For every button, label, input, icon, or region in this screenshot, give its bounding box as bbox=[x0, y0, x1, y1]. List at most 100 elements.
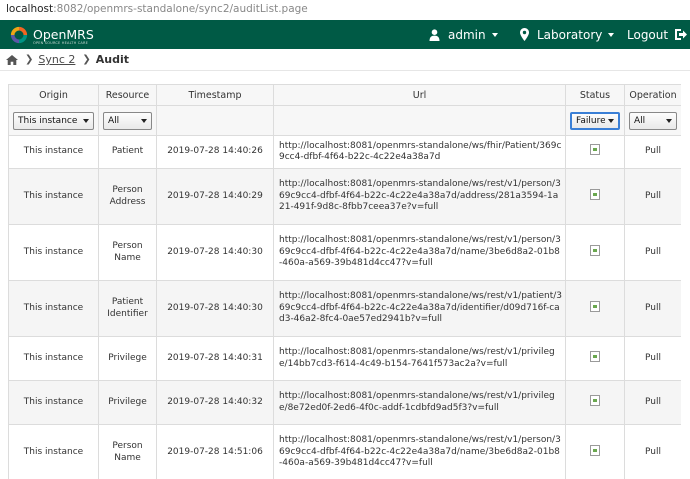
cell-operation: Pull bbox=[624, 424, 681, 479]
resource-filter-select[interactable]: All bbox=[103, 111, 152, 130]
status-image-icon bbox=[590, 188, 600, 200]
cell-timestamp: 2019-07-28 14:40:29 bbox=[156, 168, 274, 225]
cell-operation: Pull bbox=[624, 336, 681, 381]
cell-url[interactable]: http://localhost:8081/openmrs-standalone… bbox=[273, 380, 566, 425]
header-operation: Operation bbox=[624, 84, 681, 106]
header-timestamp: Timestamp bbox=[156, 84, 274, 106]
cell-resource: Person Name bbox=[98, 224, 157, 281]
cell-origin: This instance bbox=[8, 280, 99, 337]
browser-url-bar[interactable]: localhost:8082/openmrs-standalone/sync2/… bbox=[0, 0, 690, 20]
status-filter-value: Failure bbox=[576, 115, 605, 126]
filter-cell-timestamp bbox=[156, 105, 274, 136]
table-row[interactable]: This instance Person Name 2019-07-28 14:… bbox=[8, 424, 681, 479]
cell-url[interactable]: http://localhost:8081/openmrs-standalone… bbox=[273, 280, 566, 337]
cell-timestamp: 2019-07-28 14:40:26 bbox=[156, 135, 274, 169]
cell-url[interactable]: http://localhost:8081/openmrs-standalone… bbox=[273, 168, 566, 225]
user-menu[interactable]: admin bbox=[429, 20, 498, 49]
cell-resource: Privilege bbox=[98, 336, 157, 381]
cell-operation: Pull bbox=[624, 168, 681, 225]
logout-label: Logout bbox=[627, 27, 669, 42]
cell-status bbox=[565, 168, 625, 225]
location-name: Laboratory bbox=[537, 27, 603, 42]
cell-origin: This instance bbox=[8, 168, 99, 225]
filter-cell-origin: This instance bbox=[8, 105, 99, 136]
dropdown-arrow-icon bbox=[141, 118, 147, 123]
breadcrumb-current: Audit bbox=[95, 53, 130, 66]
table-row[interactable]: This instance Patient Identifier 2019-07… bbox=[8, 280, 681, 337]
location-menu[interactable]: Laboratory bbox=[520, 20, 615, 49]
cell-resource: Patient Identifier bbox=[98, 280, 157, 337]
origin-filter-value: This instance bbox=[18, 115, 78, 126]
operation-filter-select[interactable]: All bbox=[629, 111, 677, 130]
status-image-icon bbox=[590, 300, 600, 312]
chevron-down-icon bbox=[491, 32, 498, 37]
cell-url[interactable]: http://localhost:8081/openmrs-standalone… bbox=[273, 424, 566, 479]
user-name: admin bbox=[448, 27, 486, 42]
table-row[interactable]: This instance Privilege 2019-07-28 14:40… bbox=[8, 336, 681, 381]
cell-operation: Pull bbox=[624, 135, 681, 169]
map-marker-icon bbox=[520, 28, 529, 41]
filter-cell-operation: All bbox=[624, 105, 681, 136]
cell-status bbox=[565, 224, 625, 281]
user-icon bbox=[429, 28, 440, 41]
cell-resource: Person Name bbox=[98, 424, 157, 479]
dropdown-arrow-icon bbox=[83, 118, 89, 123]
audit-table-container: Origin Resource Timestamp Url Status Ope… bbox=[8, 84, 681, 479]
status-image-icon bbox=[590, 144, 600, 156]
breadcrumb-sync2-link[interactable]: Sync 2 bbox=[38, 53, 75, 66]
top-navbar: OpenMRS OPEN SOURCE HEALTH CARE admin La… bbox=[0, 20, 690, 49]
cell-status bbox=[565, 424, 625, 479]
cell-origin: This instance bbox=[8, 380, 99, 425]
status-filter-select[interactable]: Failure bbox=[570, 111, 620, 130]
cell-operation: Pull bbox=[624, 380, 681, 425]
cell-status bbox=[565, 336, 625, 381]
cell-timestamp: 2019-07-28 14:40:32 bbox=[156, 380, 274, 425]
table-row[interactable]: This instance Privilege 2019-07-28 14:40… bbox=[8, 380, 681, 425]
cell-operation: Pull bbox=[624, 280, 681, 337]
status-image-icon bbox=[590, 394, 600, 406]
cell-origin: This instance bbox=[8, 224, 99, 281]
status-image-icon bbox=[590, 350, 600, 362]
cell-status bbox=[565, 380, 625, 425]
url-host: localhost bbox=[6, 3, 54, 15]
openmrs-logo-icon bbox=[10, 26, 28, 44]
resource-filter-value: All bbox=[108, 115, 120, 126]
chevron-right-icon: ❯ bbox=[82, 54, 91, 65]
sign-out-icon bbox=[675, 29, 688, 40]
status-image-icon bbox=[590, 444, 600, 456]
origin-filter-select[interactable]: This instance bbox=[13, 111, 94, 130]
cell-timestamp: 2019-07-28 14:40:30 bbox=[156, 280, 274, 337]
table-row[interactable]: This instance Person Address 2019-07-28 … bbox=[8, 168, 681, 225]
filter-cell-url bbox=[273, 105, 566, 136]
dropdown-arrow-icon bbox=[666, 118, 672, 123]
header-resource: Resource bbox=[98, 84, 157, 106]
cell-origin: This instance bbox=[8, 336, 99, 381]
cell-url[interactable]: http://localhost:8081/openmrs-standalone… bbox=[273, 135, 566, 169]
openmrs-logo[interactable]: OpenMRS OPEN SOURCE HEALTH CARE bbox=[10, 25, 94, 45]
operation-filter-value: All bbox=[634, 115, 646, 126]
cell-resource: Person Address bbox=[98, 168, 157, 225]
breadcrumb: ❯ Sync 2 ❯ Audit bbox=[0, 49, 690, 71]
chevron-down-icon bbox=[608, 32, 615, 37]
cell-operation: Pull bbox=[624, 224, 681, 281]
cell-origin: This instance bbox=[8, 135, 99, 169]
cell-status bbox=[565, 280, 625, 337]
filter-cell-status: Failure bbox=[565, 105, 625, 136]
table-row[interactable]: This instance Patient 2019-07-28 14:40:2… bbox=[8, 135, 681, 169]
cell-status bbox=[565, 135, 625, 169]
home-icon[interactable] bbox=[6, 54, 18, 65]
cell-timestamp: 2019-07-28 14:40:31 bbox=[156, 336, 274, 381]
cell-url[interactable]: http://localhost:8081/openmrs-standalone… bbox=[273, 224, 566, 281]
cell-url[interactable]: http://localhost:8081/openmrs-standalone… bbox=[273, 336, 566, 381]
chevron-right-icon: ❯ bbox=[25, 54, 34, 65]
logo-tagline: OPEN SOURCE HEALTH CARE bbox=[33, 41, 89, 45]
logout-link[interactable]: Logout bbox=[627, 20, 690, 49]
status-image-icon bbox=[590, 244, 600, 256]
header-status: Status bbox=[565, 84, 625, 106]
header-origin: Origin bbox=[8, 84, 99, 106]
table-row[interactable]: This instance Person Name 2019-07-28 14:… bbox=[8, 224, 681, 281]
url-path: :8082/openmrs-standalone/sync2/auditList… bbox=[53, 3, 308, 15]
audit-table: Origin Resource Timestamp Url Status Ope… bbox=[8, 84, 681, 479]
cell-timestamp: 2019-07-28 14:51:06 bbox=[156, 424, 274, 479]
header-url: Url bbox=[273, 84, 566, 106]
